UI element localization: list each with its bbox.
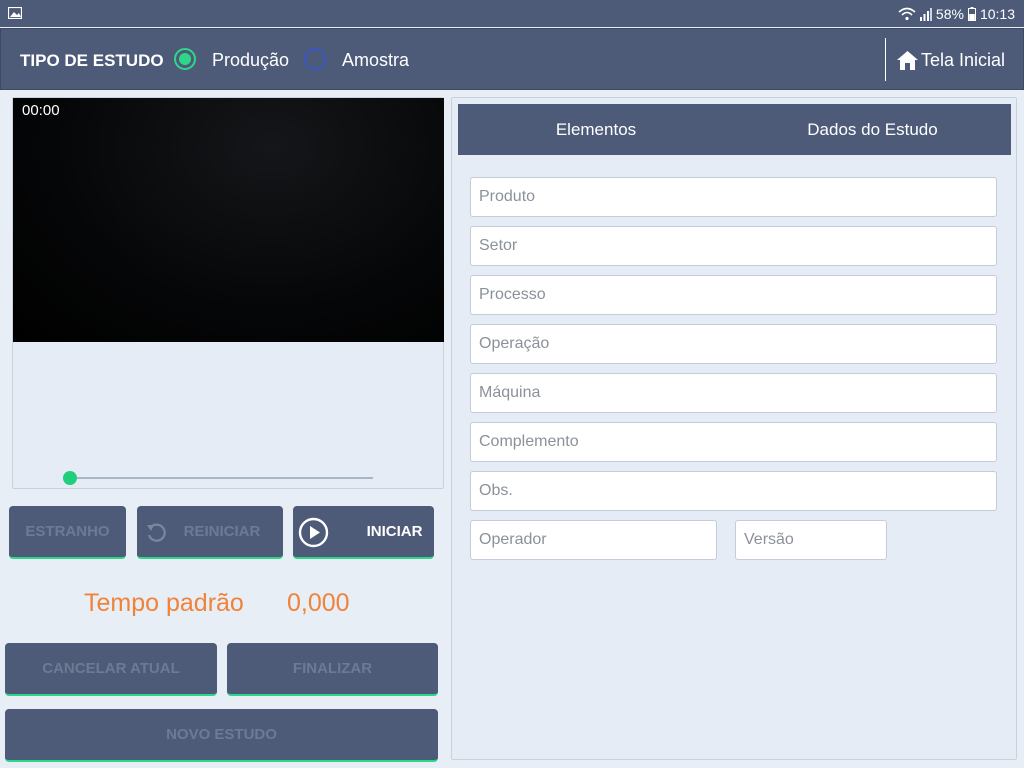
versao-field[interactable] [735,520,887,560]
setor-field[interactable] [470,226,997,266]
iniciar-button[interactable]: INICIAR [293,506,434,559]
study-type-label: TIPO DE ESTUDO [20,51,164,70]
home-button[interactable]: Tela Inicial [897,49,1005,71]
reiniciar-button[interactable]: REINICIAR [137,506,283,559]
header-divider [885,38,886,81]
tab-bar: Elementos Dados do Estudo [458,104,1011,155]
app-header: TIPO DE ESTUDO Produção Amostra Tela Ini… [0,28,1024,90]
novo-estudo-button-label: NOVO ESTUDO [166,726,277,743]
finalizar-button-label: FINALIZAR [292,660,373,677]
estranho-button[interactable]: ESTRANHO [9,506,126,559]
maquina-field[interactable] [470,373,997,413]
wifi-icon [898,7,916,21]
home-icon [897,50,918,70]
tab-dados-do-estudo[interactable]: Dados do Estudo [734,104,1011,155]
radio-amostra-label[interactable]: Amostra [342,50,409,71]
novo-estudo-button[interactable]: NOVO ESTUDO [5,709,438,762]
reiniciar-button-label: REINICIAR [183,523,261,540]
play-icon [298,517,329,548]
status-bar: 58% 10:13 [0,0,1024,27]
seek-bar-thumb[interactable] [63,471,77,485]
seek-bar-track[interactable] [70,477,373,479]
complemento-field[interactable] [470,422,997,462]
estranho-button-label: ESTRANHO [25,523,110,540]
status-right: 58% 10:13 [898,5,1015,23]
radio-producao[interactable] [174,48,196,70]
study-form-panel: Elementos Dados do Estudo [451,97,1017,760]
finalizar-button[interactable]: FINALIZAR [227,643,438,696]
radio-producao-label[interactable]: Produção [212,50,289,71]
operador-field[interactable] [470,520,717,560]
clock: 10:13 [979,6,1015,22]
battery-percent: 58% [935,6,964,22]
video-timecode: 00:00 [22,102,60,119]
iniciar-button-label: INICIAR [366,523,423,540]
gallery-notification-icon [8,7,22,19]
radio-amostra[interactable] [304,48,326,70]
restart-icon [147,523,166,542]
obs-field[interactable] [470,471,997,511]
video-panel: 00:00 [12,97,444,489]
home-button-label: Tela Inicial [921,49,1006,70]
signal-icon [919,7,932,21]
battery-icon [967,7,976,21]
tempo-padrao-value: 0,000 [287,589,350,617]
cancelar-atual-button-label: CANCELAR ATUAL [42,660,180,677]
tempo-padrao-label: Tempo padrão [84,589,244,617]
produto-field[interactable] [470,177,997,217]
video-player[interactable]: 00:00 [13,98,444,342]
cancelar-atual-button[interactable]: CANCELAR ATUAL [5,643,217,696]
processo-field[interactable] [470,275,997,315]
tab-elementos[interactable]: Elementos [458,104,734,155]
tab-dados-do-estudo-label: Dados do Estudo [807,119,938,139]
tab-elementos-label: Elementos [555,119,637,139]
operacao-field[interactable] [470,324,997,364]
